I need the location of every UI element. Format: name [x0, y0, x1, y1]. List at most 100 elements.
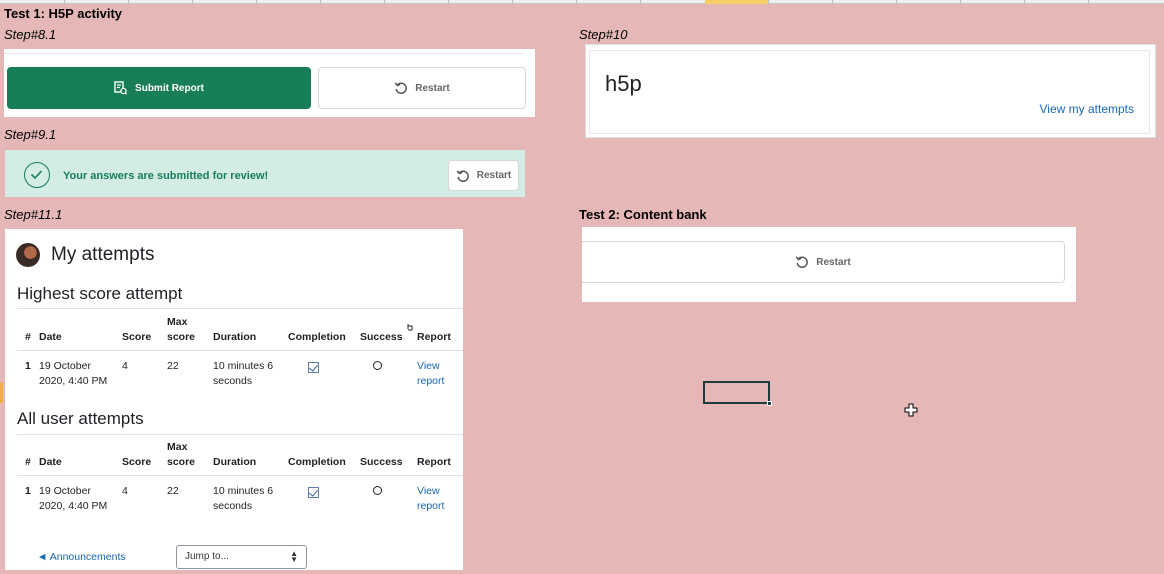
cell-index: 1: [25, 360, 31, 372]
col-success: Success: [360, 330, 403, 343]
selected-column-header[interactable]: [705, 0, 768, 4]
column-divider: [256, 0, 257, 4]
col-duration: Duration: [213, 330, 257, 343]
all-attempts-table: # Date Score Max score Duration Completi…: [17, 440, 463, 513]
step10-label: Step#10: [579, 27, 628, 42]
jump-to-value: Jump to...: [185, 551, 229, 562]
step8-label: Step#8.1: [4, 27, 57, 42]
column-divider: [832, 0, 833, 4]
cell-max-score: 22: [167, 360, 179, 372]
content-bank-screenshot: Restart: [582, 227, 1076, 302]
table-row: 1 19 October 2020, 4:40 PM 4 22 10 minut…: [17, 476, 463, 514]
cell-duration: 10 minutes 6 seconds: [213, 360, 274, 387]
col-duration: Duration: [213, 455, 257, 468]
cell-date: 19 October 2020, 4:40 PM: [39, 485, 108, 512]
view-my-attempts-link[interactable]: View my attempts: [1040, 102, 1134, 116]
column-divider: [1088, 0, 1089, 4]
col-max-score: Max score: [167, 441, 196, 468]
cell-max-score: 22: [167, 485, 179, 497]
selected-cell[interactable]: [703, 381, 772, 406]
table-row: 1 19 October 2020, 4:40 PM 4 22 10 minut…: [17, 351, 463, 389]
col-index: #: [25, 330, 31, 343]
cell-completion: [288, 351, 360, 389]
cell-success: [360, 476, 417, 514]
divider: [4, 49, 524, 54]
restart-button[interactable]: Restart: [318, 67, 526, 109]
view-report-link[interactable]: View report: [417, 360, 444, 387]
restart-icon: [795, 255, 809, 269]
cell-cursor-icon: [904, 403, 918, 417]
page-title: My attempts: [51, 244, 155, 265]
restart-button[interactable]: Restart: [582, 241, 1065, 283]
col-completion: Completion: [288, 330, 346, 343]
spreadsheet-column-header: [0, 0, 1164, 4]
column-divider: [64, 0, 65, 4]
test1-label: Test 1: H5P activity: [4, 6, 123, 21]
checkbox-checked-icon: [308, 362, 319, 373]
column-divider: [640, 0, 641, 4]
column-divider: [320, 0, 321, 4]
col-score: Score: [122, 455, 152, 468]
cell-score: 4: [122, 485, 128, 497]
view-report-link[interactable]: View report: [417, 485, 444, 512]
cell-date: 19 October 2020, 4:40 PM: [39, 360, 108, 387]
restart-label: Restart: [816, 256, 851, 268]
cell-duration: 10 minutes 6 seconds: [213, 485, 274, 512]
col-report: Report: [417, 455, 451, 468]
check-circle-icon: [24, 162, 50, 188]
col-success: Success: [360, 455, 403, 468]
avatar[interactable]: [16, 243, 40, 267]
divider: [17, 308, 463, 309]
select-arrows-icon: ▲ ▼: [290, 549, 298, 564]
step9-label: Step#9.1: [4, 127, 57, 142]
col-date: Date: [39, 330, 62, 343]
column-divider: [384, 0, 385, 4]
circle-icon: [373, 486, 382, 495]
fill-handle[interactable]: [767, 401, 772, 406]
step9-screenshot: Your answers are submitted for review! R…: [5, 150, 525, 197]
col-date: Date: [39, 455, 62, 468]
cell-score: 4: [122, 360, 128, 372]
table-header-row: # Date Score Max score Duration Completi…: [17, 315, 463, 351]
highest-attempt-table: # Date Score Max score Duration Completi…: [17, 315, 463, 388]
column-divider: [512, 0, 513, 4]
cell-report: View report: [417, 476, 463, 514]
activity-title: h5p: [605, 71, 642, 96]
column-divider: [896, 0, 897, 4]
column-divider: [128, 0, 129, 4]
column-divider: [448, 0, 449, 4]
column-divider: [768, 0, 769, 4]
divider: [17, 434, 463, 435]
cell-index: 1: [25, 485, 31, 497]
column-divider: [1024, 0, 1025, 4]
col-max-score: Max score: [167, 316, 196, 343]
column-divider: [576, 0, 577, 4]
table-header-row: # Date Score Max score Duration Completi…: [17, 440, 463, 476]
test2-label: Test 2: Content bank: [579, 207, 707, 222]
cell-report: View report: [417, 351, 463, 389]
submitted-message: Your answers are submitted for review!: [63, 170, 269, 182]
restart-icon: [394, 81, 408, 95]
step11-label: Step#11.1: [4, 207, 63, 222]
cell-success: [360, 351, 417, 389]
column-divider: [192, 0, 193, 4]
selected-row-header[interactable]: [0, 383, 3, 403]
restart-button[interactable]: Restart: [448, 160, 519, 191]
restart-icon: [456, 169, 470, 183]
jump-to-select[interactable]: Jump to... ▲ ▼: [176, 545, 307, 569]
checkbox-checked-icon: [308, 487, 319, 498]
report-icon: [114, 81, 128, 95]
circle-icon: [373, 361, 382, 370]
step11-screenshot: My attempts Highest score attempt # Date…: [5, 229, 463, 570]
col-completion: Completion: [288, 455, 346, 468]
cell-completion: [288, 476, 360, 514]
activity-card: h5p View my attempts: [589, 50, 1150, 134]
col-score: Score: [122, 330, 152, 343]
previous-activity-link[interactable]: ◄ Announcements: [37, 551, 126, 563]
all-attempts-heading: All user attempts: [17, 409, 144, 428]
submit-report-label: Submit Report: [135, 82, 204, 94]
col-index: #: [25, 455, 31, 468]
restart-label: Restart: [476, 170, 512, 181]
highest-score-heading: Highest score attempt: [17, 284, 183, 303]
submit-report-button[interactable]: Submit Report: [7, 67, 311, 109]
